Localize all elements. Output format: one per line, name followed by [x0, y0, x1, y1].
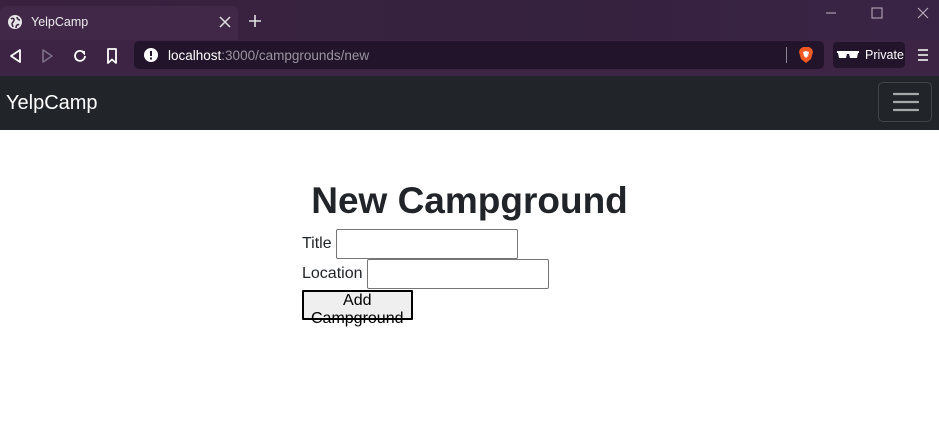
url-separator	[786, 47, 787, 63]
tab-title: YelpCamp	[31, 15, 89, 29]
location-row: Location	[302, 259, 549, 289]
address-bar[interactable]: localhost:3000/campgrounds/new	[134, 41, 824, 69]
navbar-toggle-button[interactable]	[878, 82, 932, 122]
back-icon[interactable]	[7, 47, 25, 65]
title-input[interactable]	[336, 229, 519, 259]
forward-icon[interactable]	[38, 47, 56, 65]
browser-titlebar: YelpCamp	[0, 0, 939, 40]
window-close-icon[interactable]	[916, 6, 930, 20]
url-text[interactable]: localhost:3000/campgrounds/new	[168, 48, 369, 63]
minimize-icon[interactable]	[824, 6, 838, 20]
private-label: Private	[865, 48, 904, 62]
navbar-brand[interactable]: YelpCamp	[6, 92, 98, 115]
brave-shields-icon[interactable]	[798, 46, 814, 64]
browser-menu-icon[interactable]	[916, 47, 930, 63]
globe-icon	[8, 15, 22, 29]
hamburger-icon	[893, 92, 919, 112]
private-glasses-icon	[837, 51, 859, 58]
browser-tab[interactable]: YelpCamp	[0, 6, 238, 40]
add-campground-button[interactable]: Add Campground	[302, 290, 413, 327]
title-label: Title	[302, 235, 332, 252]
location-label: Location	[302, 265, 363, 282]
close-tab-icon[interactable]	[218, 15, 232, 29]
new-tab-icon[interactable]	[248, 14, 262, 28]
url-path: :3000/campgrounds/new	[221, 48, 370, 63]
url-host: localhost	[168, 48, 222, 63]
private-window-badge[interactable]: Private	[833, 42, 905, 68]
reload-icon[interactable]	[71, 47, 89, 65]
location-input[interactable]	[366, 259, 549, 289]
title-row: Title	[302, 229, 519, 259]
bookmark-icon[interactable]	[103, 47, 121, 65]
page-title: New Campground	[311, 180, 628, 221]
browser-toolbar: localhost:3000/campgrounds/new Private	[0, 40, 939, 76]
app-navbar: YelpCamp	[0, 76, 939, 130]
maximize-icon[interactable]	[870, 6, 884, 20]
site-info-icon[interactable]	[144, 48, 158, 62]
